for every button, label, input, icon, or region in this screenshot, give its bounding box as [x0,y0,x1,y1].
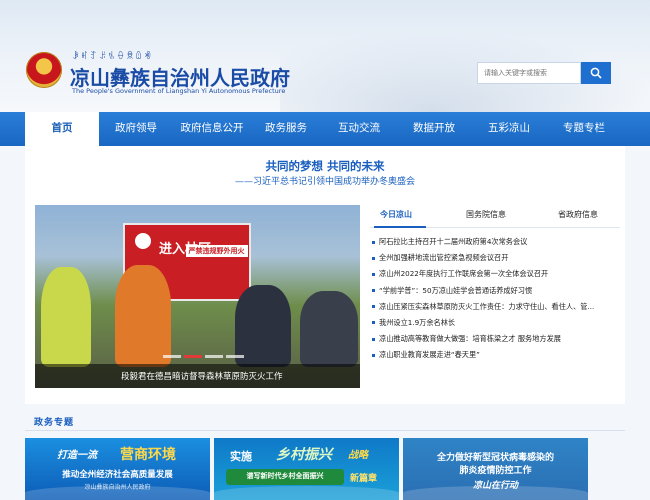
main-content: 共同的梦想 共同的未来 ——习近平总书记引领中国成功举办冬奥盛会 进入林区 严禁… [25,146,625,404]
headline-title[interactable]: 共同的梦想 共同的未来 [25,158,625,174]
slider-dots [163,355,244,358]
person-figure [41,267,91,367]
tab-today-liangshan[interactable]: 今日凉山 [380,209,412,220]
site-header: ꆃꎭꆈꌠꁱꂷꌋꅔꏓ 凉山彝族自治州人民政府 The People's Gover… [0,0,650,112]
card-text: 战略 [348,450,368,461]
card-text: 肺炎疫情防控工作 [459,466,532,476]
list-item[interactable]: 阿石拉比主持召开十二届州政府第4次常务会议 [370,234,620,250]
topic-card-epidemic-prevention[interactable]: 全力做好新型冠状病毒感染的 肺炎疫情防控工作 凉山在行动 [403,438,588,500]
news-list: 阿石拉比主持召开十二届州政府第4次常务会议 全州加强耕地流出管控紧急视频会议召开… [370,234,620,364]
slider-dot-active[interactable] [184,355,202,358]
news-tabs: 今日凉山 国务院信息 省政府信息 [370,205,620,228]
slider-dot[interactable] [226,355,244,358]
nav-item-special-topics[interactable]: 专题专栏 [553,112,615,146]
list-item[interactable]: 凉山压紧压实森林草原防灭火工作责任：力求守住山、看住人、管... [370,299,620,315]
topic-card-rural-revitalization[interactable]: 实施 乡村振兴 战略 谱写新时代乡村全面振兴 新篇章 [214,438,399,500]
search-button[interactable] [581,62,611,84]
list-item[interactable]: 我州设立1.9万余名林长 [370,315,620,331]
person-figure [115,265,171,367]
list-item[interactable]: 全州加强耕地流出管控紧急视频会议召开 [370,250,620,266]
nav-item-info-disclosure[interactable]: 政府信息公开 [173,112,251,146]
main-nav: 首页 政府领导 政府信息公开 政务服务 互动交流 数据开放 五彩凉山 专题专栏 [0,112,650,151]
nav-item-leaders[interactable]: 政府领导 [103,112,169,146]
nav-item-home[interactable]: 首页 [25,112,99,151]
tab-underline [374,226,426,228]
section-divider [25,430,625,431]
sign-subtext: 严禁违规野外用火 [185,245,248,257]
card-text: 新篇章 [350,474,378,484]
search-icon [590,67,602,79]
card-text: 全力做好新型冠状病毒感染的 [436,453,554,463]
nav-item-interaction[interactable]: 互动交流 [328,112,390,146]
card-text: 乡村振兴 [276,447,332,463]
headline-subtitle[interactable]: ——习近平总书记引领中国成功举办冬奥盛会 [25,174,625,187]
prohibition-icon [133,231,153,251]
nav-item-services[interactable]: 政务服务 [255,112,317,146]
card-text: 打造一流 [57,450,97,461]
card-wave-decoration [214,486,399,500]
card-text: 营商环境 [120,447,176,463]
card-text: 实施 [230,450,252,463]
card-wave-decoration [25,486,210,500]
yi-script-title: ꆃꎭꆈꌠꁱꂷꌋꅔꏓ [72,52,154,62]
slider-caption[interactable]: 段毅君在德昌暗访督导森林草原防灭火工作 [121,370,283,382]
section-title-gov-topics: 政务专题 [34,418,75,428]
nav-item-open-data[interactable]: 数据开放 [403,112,465,146]
search-input[interactable] [477,62,581,84]
card-text: 推动全州经济社会高质量发展 [62,470,173,480]
tab-state-council[interactable]: 国务院信息 [466,209,506,220]
slider-dot[interactable] [205,355,223,358]
list-item[interactable]: “学前学普”：50万凉山娃学会普通话养成好习惯 [370,283,620,299]
national-emblem-icon[interactable] [26,52,62,88]
topic-card-business-environment[interactable]: 打造一流 营商环境 推动全州经济社会高质量发展 凉山彝族自治州人民政府 [25,438,210,500]
list-item[interactable]: 凉山推动高等教育做大做强：培育栋梁之才 服务地方发展 [370,331,620,347]
nav-item-colorful-liangshan[interactable]: 五彩凉山 [478,112,540,146]
list-item[interactable]: 凉山州2022年度执行工作联席会第一次全体会议召开 [370,266,620,282]
news-photo-slider[interactable]: 进入林区 严禁违规野外用火 段毅君在德昌暗访督导森林草原防灭火工作 [35,205,360,388]
card-text: 谱写新时代乡村全面振兴 [246,472,324,480]
slider-dot[interactable] [163,355,181,358]
tab-provincial-gov[interactable]: 省政府信息 [558,209,598,220]
list-item[interactable]: 凉山职业教育发展走进“春天里” [370,347,620,363]
person-figure [300,291,358,367]
card-wave-decoration [403,486,588,500]
site-subtitle: The People's Government of Liangshan Yi … [72,87,286,95]
